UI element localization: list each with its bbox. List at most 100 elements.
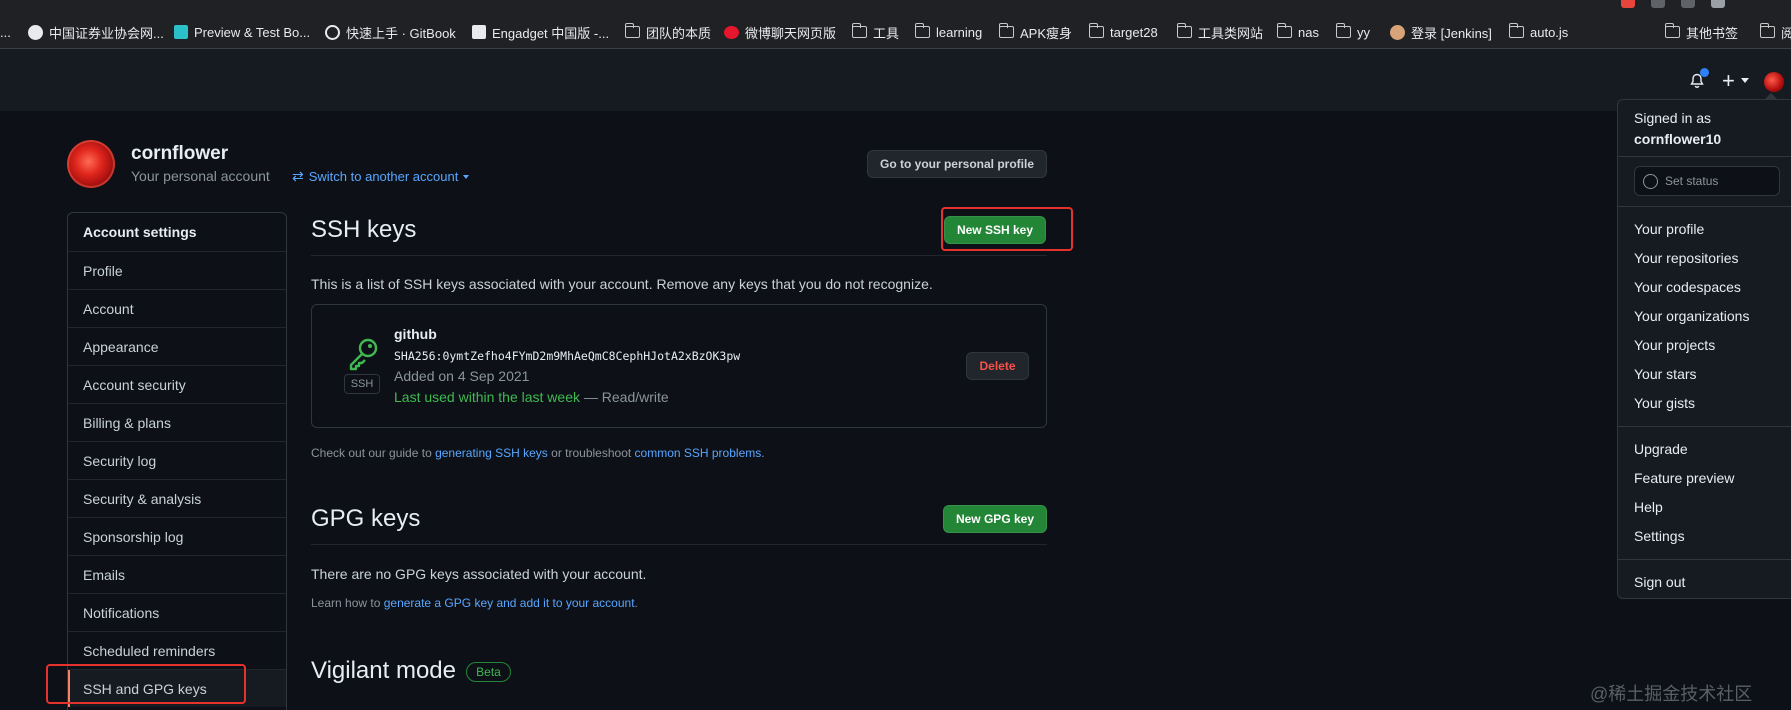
bookmark-item[interactable]: 阅: [1759, 22, 1791, 42]
sidebar-item-account-security[interactable]: Account security: [68, 365, 286, 403]
bookmark-item[interactable]: 中国证券业协会网...: [28, 22, 164, 42]
key-title: github: [394, 326, 437, 342]
settings-sidebar: Account settings Profile Account Appeara…: [67, 212, 287, 710]
ssh-keys-heading: SSH keys: [311, 216, 417, 243]
menu-item-feature-preview[interactable]: Feature preview: [1634, 470, 1734, 486]
profile-subtitle: Your personal account: [131, 168, 270, 184]
folder-icon: [851, 23, 867, 38]
delete-key-button[interactable]: Delete: [966, 352, 1029, 380]
sidebar-item-appearance[interactable]: Appearance: [68, 327, 286, 365]
vigilant-mode-heading: Vigilant mode: [311, 657, 456, 684]
common-ssh-problems-link[interactable]: common SSH problems: [635, 446, 762, 460]
menu-item-help[interactable]: Help: [1634, 499, 1663, 515]
menu-item-upgrade[interactable]: Upgrade: [1634, 441, 1688, 457]
app-icon: [174, 25, 188, 39]
last-used-text: Last used within the last week: [394, 389, 580, 405]
site-header: [0, 49, 1791, 111]
bookmark-label: 团队的本质: [646, 25, 712, 41]
signed-in-label: Signed in as: [1634, 110, 1712, 126]
bookmarks-bar: ... 中国证券业协会网... Preview & Test Bo... 快速上…: [0, 0, 1791, 49]
browser-toolbar-icons: [1591, 0, 1791, 10]
bookmark-label: Preview & Test Bo...: [194, 24, 311, 40]
bookmark-item[interactable]: auto.js: [1508, 22, 1569, 42]
bookmark-item[interactable]: 快速上手 · GitBook: [325, 22, 456, 42]
bookmark-label: APK瘦身: [1020, 25, 1073, 41]
menu-item-settings[interactable]: Settings: [1634, 528, 1685, 544]
bookmark-item[interactable]: APK瘦身: [998, 22, 1073, 42]
bookmark-label: Engadget 中国版 -...: [492, 25, 610, 41]
switch-account-label: Switch to another account: [308, 169, 459, 184]
generating-ssh-keys-link[interactable]: generating SSH keys: [435, 446, 548, 460]
key-access: — Read/write: [580, 389, 669, 405]
menu-item-your-stars[interactable]: Your stars: [1634, 366, 1697, 382]
sidebar-item-profile[interactable]: Profile: [68, 251, 286, 289]
chevron-down-icon[interactable]: [1741, 78, 1749, 83]
bookmark-item[interactable]: nas: [1276, 22, 1319, 42]
star-icon[interactable]: [1651, 0, 1665, 8]
extension-icon[interactable]: [1681, 0, 1695, 8]
menu-item-your-repositories[interactable]: Your repositories: [1634, 250, 1739, 266]
ssh-key-card: [311, 304, 1047, 428]
dropdown-divider: [1618, 156, 1791, 157]
bookmark-item[interactable]: 工具: [851, 22, 900, 42]
menu-item-your-gists[interactable]: Your gists: [1634, 395, 1695, 411]
highlight-new-ssh-key: [941, 207, 1073, 251]
create-new-icon[interactable]: +: [1722, 68, 1735, 94]
avatar[interactable]: [67, 140, 115, 188]
globe-icon: [28, 24, 43, 40]
bookmark-item[interactable]: ...: [0, 22, 11, 42]
bookmark-item[interactable]: 微博聊天网页版: [724, 22, 836, 42]
signed-in-username: cornflower10: [1634, 131, 1722, 147]
gpg-learn-text: Learn how to generate a GPG key and add …: [311, 596, 638, 610]
bookmark-item[interactable]: 团队的本质: [624, 22, 712, 42]
jenkins-icon: [1390, 24, 1405, 40]
user-menu-avatar[interactable]: [1764, 72, 1784, 92]
watermark: @稀土掘金技术社区: [1590, 684, 1753, 704]
sidebar-item-account[interactable]: Account: [68, 289, 286, 327]
bookmark-item[interactable]: learning: [914, 22, 982, 42]
sidebar-item-notifications[interactable]: Notifications: [68, 593, 286, 631]
ssh-badge: SSH: [344, 374, 380, 394]
folder-icon: [1088, 23, 1104, 38]
menu-item-your-profile[interactable]: Your profile: [1634, 221, 1704, 237]
sidebar-item-sponsorship-log[interactable]: Sponsorship log: [68, 517, 286, 555]
bookmark-item[interactable]: 其他书签: [1664, 22, 1738, 42]
dropdown-divider: [1618, 206, 1791, 207]
bookmark-item[interactable]: 登录 [Jenkins]: [1390, 22, 1492, 42]
sidebar-item-security-analysis[interactable]: Security & analysis: [68, 479, 286, 517]
puzzle-icon[interactable]: [1711, 0, 1725, 8]
learn-text: Learn how to: [311, 596, 384, 610]
bookmark-item[interactable]: target28: [1088, 22, 1158, 42]
sidebar-heading: Account settings: [83, 224, 197, 240]
folder-icon: [998, 23, 1014, 38]
folder-icon: [914, 23, 930, 38]
sidebar-item-emails[interactable]: Emails: [68, 555, 286, 593]
bookmark-label: 微博聊天网页版: [745, 25, 837, 41]
beta-badge: Beta: [466, 662, 511, 682]
menu-item-your-codespaces[interactable]: Your codespaces: [1634, 279, 1741, 295]
bookmark-item[interactable]: Preview & Test Bo...: [174, 22, 310, 42]
key-icon: [349, 338, 378, 371]
engadget-icon: [472, 25, 486, 39]
switch-account-link[interactable]: ⇄ Switch to another account: [292, 168, 470, 185]
menu-item-sign-out[interactable]: Sign out: [1634, 574, 1685, 590]
generate-gpg-key-link[interactable]: generate a GPG key and add it to your ac…: [384, 596, 635, 610]
new-gpg-key-button[interactable]: New GPG key: [943, 505, 1047, 533]
sidebar-item-billing[interactable]: Billing & plans: [68, 403, 286, 441]
guide-text: Check out our guide to: [311, 446, 436, 460]
go-to-profile-button[interactable]: Go to your personal profile: [867, 150, 1047, 178]
sidebar-item-security-log[interactable]: Security log: [68, 441, 286, 479]
bookmark-label: auto.js: [1530, 24, 1569, 40]
extension-icon[interactable]: [1621, 0, 1635, 8]
set-status-button[interactable]: Set status: [1634, 166, 1780, 196]
smiley-icon: [1643, 173, 1658, 189]
menu-item-your-projects[interactable]: Your projects: [1634, 337, 1715, 353]
guide-text: or troubleshoot: [547, 446, 635, 460]
bookmark-label: yy: [1357, 24, 1370, 40]
bookmark-label: 工具类网站: [1198, 25, 1264, 41]
menu-item-your-organizations[interactable]: Your organizations: [1634, 308, 1749, 324]
bookmark-item[interactable]: 工具类网站: [1176, 22, 1264, 42]
bookmark-label: 工具: [873, 25, 900, 41]
bookmark-item[interactable]: Engadget 中国版 -...: [472, 22, 609, 42]
bookmark-item[interactable]: yy: [1335, 22, 1370, 42]
